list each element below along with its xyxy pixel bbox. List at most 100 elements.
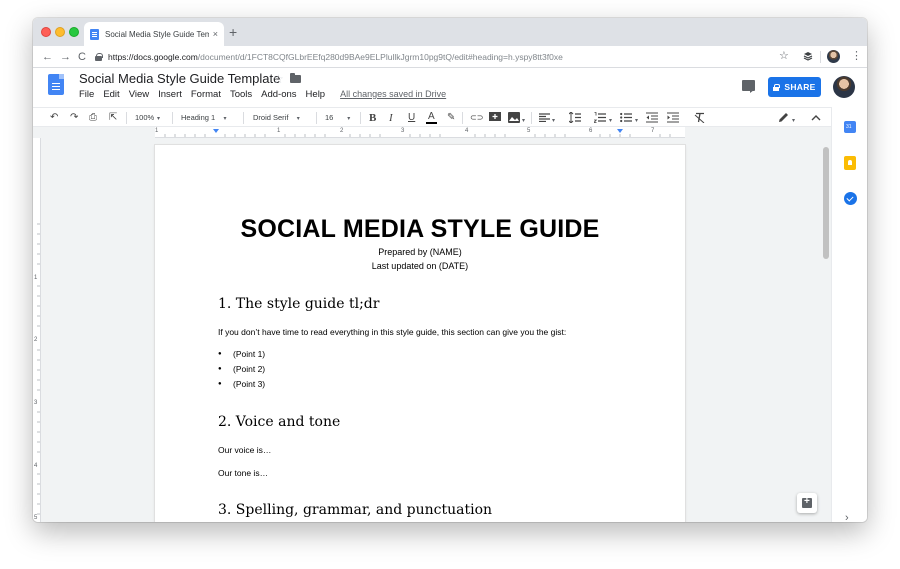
paragraph-tone: Our tone is… [218,468,269,478]
reload-button[interactable]: C [78,49,86,65]
menu-tools[interactable]: Tools [230,89,252,100]
increase-indent-icon[interactable] [667,112,679,123]
style-value: Heading 1 [181,113,216,122]
document-heading: SOCIAL MEDIA STYLE GUIDE [240,215,600,243]
menu-help[interactable]: Help [306,89,326,100]
bold-button[interactable]: B [369,111,376,125]
ruler-number: 7 [651,128,655,134]
ruler-number: 6 [589,128,593,134]
underline-button[interactable]: U [408,111,415,125]
ruler-number: 4 [34,463,38,469]
ruler-number: 1 [155,128,159,134]
heading-tldr: 1. The style guide tl;dr [218,296,380,312]
zoom-select[interactable]: 100% ▾ [135,111,160,126]
browser-profile-avatar[interactable] [827,50,840,63]
ruler-number: 2 [340,128,344,134]
ruler-number: 1 [277,128,281,134]
font-size-caret-icon: ▾ [347,116,351,122]
text-color-button[interactable]: A [426,111,437,124]
move-to-folder-icon[interactable] [290,73,301,83]
undo-icon[interactable]: ↶ [50,111,58,125]
back-button[interactable]: ← [42,49,53,65]
tasks-icon[interactable] [844,192,857,205]
numbered-list-icon[interactable] [594,112,606,123]
url-path: /document/d/1FCT8CQfGLbrEEfq280d9BAe9ELP… [197,52,563,62]
browser-menu-icon[interactable]: ⋮ [851,49,862,62]
expand-panel-icon[interactable]: › [845,512,849,522]
ruler-number: 5 [527,128,531,134]
align-left-icon[interactable] [539,113,550,122]
menu-view[interactable]: View [129,89,149,100]
image-caret-icon[interactable]: ▾ [522,114,525,128]
browser-tab[interactable]: Social Media Style Guide Temp × [84,22,224,46]
list-item: (Point 3) [218,379,265,390]
bulleted-list-icon[interactable] [620,112,632,123]
docs-logo-icon[interactable] [48,74,64,95]
calendar-icon[interactable] [844,121,856,133]
editing-mode-caret-icon[interactable]: ▾ [792,114,795,128]
menu-edit[interactable]: Edit [103,89,119,100]
save-status-link[interactable]: All changes saved in Drive [340,89,446,100]
clear-formatting-icon[interactable] [694,112,706,123]
align-caret-icon[interactable]: ▾ [552,114,555,128]
extension-icon[interactable] [803,51,813,61]
url-input[interactable]: https://docs.google.com/document/d/1FCT8… [95,49,795,65]
editing-mode-icon[interactable] [778,112,789,123]
insert-comment-icon[interactable] [489,112,501,123]
menu-add-ons[interactable]: Add-ons [261,89,296,100]
ruler-number: 1 [34,275,38,281]
bookmark-star-icon[interactable]: ☆ [779,49,789,62]
numbered-list-caret-icon[interactable]: ▾ [609,114,612,128]
toolbar-separator [126,112,127,124]
ruler-ticks [164,129,671,137]
browser-window: Social Media Style Guide Temp × + ← → C … [33,18,867,522]
list-item: (Point 1) [218,349,265,360]
font-value: Droid Serif [253,113,289,122]
italic-button[interactable]: I [389,111,393,125]
document-canvas: 1 1 2 3 4 5 6 7 1 2 3 4 5 SOCIAL MEDIA S… [33,127,831,522]
document-scrollbar[interactable] [823,147,829,259]
star-document-icon[interactable]: ☆ [273,72,284,86]
font-select[interactable]: Droid Serif ▾ [253,111,300,126]
paint-format-icon[interactable]: ⇱ [109,111,117,125]
toolbar-separator [531,112,532,124]
style-caret-icon: ▾ [223,116,227,122]
list-item: (Point 2) [218,364,265,375]
insert-image-icon[interactable] [508,112,520,123]
font-size-select[interactable]: 16 ▾ [325,111,350,126]
toolbar-separator [360,112,361,124]
new-tab-button[interactable]: + [229,24,237,40]
toolbar-separator [462,112,463,124]
highlight-icon[interactable]: ✎ [447,111,455,125]
vertical-ruler[interactable]: 1 2 3 4 5 [33,138,41,522]
hide-menus-icon[interactable] [811,114,821,121]
link-icon[interactable]: ⊂⊃ [470,111,483,125]
maximize-window-button[interactable] [69,27,79,37]
explore-button[interactable] [797,493,817,513]
line-spacing-icon[interactable] [569,112,581,123]
redo-icon[interactable]: ↷ [70,111,78,125]
heading-spelling: 3. Spelling, grammar, and punctuation [218,502,493,518]
docs-favicon-icon [90,28,99,40]
menu-format[interactable]: Format [191,89,221,100]
horizontal-ruler[interactable]: 1 1 2 3 4 5 6 7 [155,127,685,138]
decrease-indent-icon[interactable] [646,112,658,123]
zoom-value: 100% [135,113,155,122]
close-window-button[interactable] [41,27,51,37]
close-tab-icon[interactable]: × [213,29,218,39]
comments-icon[interactable] [742,80,755,93]
minimize-window-button[interactable] [55,27,65,37]
forward-button[interactable]: → [60,49,71,65]
account-avatar[interactable] [833,76,855,98]
document-title[interactable]: Social Media Style Guide Template [79,71,280,86]
menu-insert[interactable]: Insert [158,89,182,100]
formatting-toolbar: ↶ ↷ ⎙ ⇱ 100% ▾ Heading 1 ▾ Droid Serif ▾… [33,107,831,127]
share-button[interactable]: SHARE [768,77,821,97]
bulleted-list-caret-icon[interactable]: ▾ [635,114,638,128]
print-icon[interactable]: ⎙ [89,111,97,125]
style-select[interactable]: Heading 1 ▾ [181,111,227,126]
ruler-number: 2 [34,337,38,343]
keep-icon[interactable] [844,156,856,170]
menu-file[interactable]: File [79,89,94,100]
document-page[interactable]: SOCIAL MEDIA STYLE GUIDE Prepared by (NA… [155,145,685,522]
